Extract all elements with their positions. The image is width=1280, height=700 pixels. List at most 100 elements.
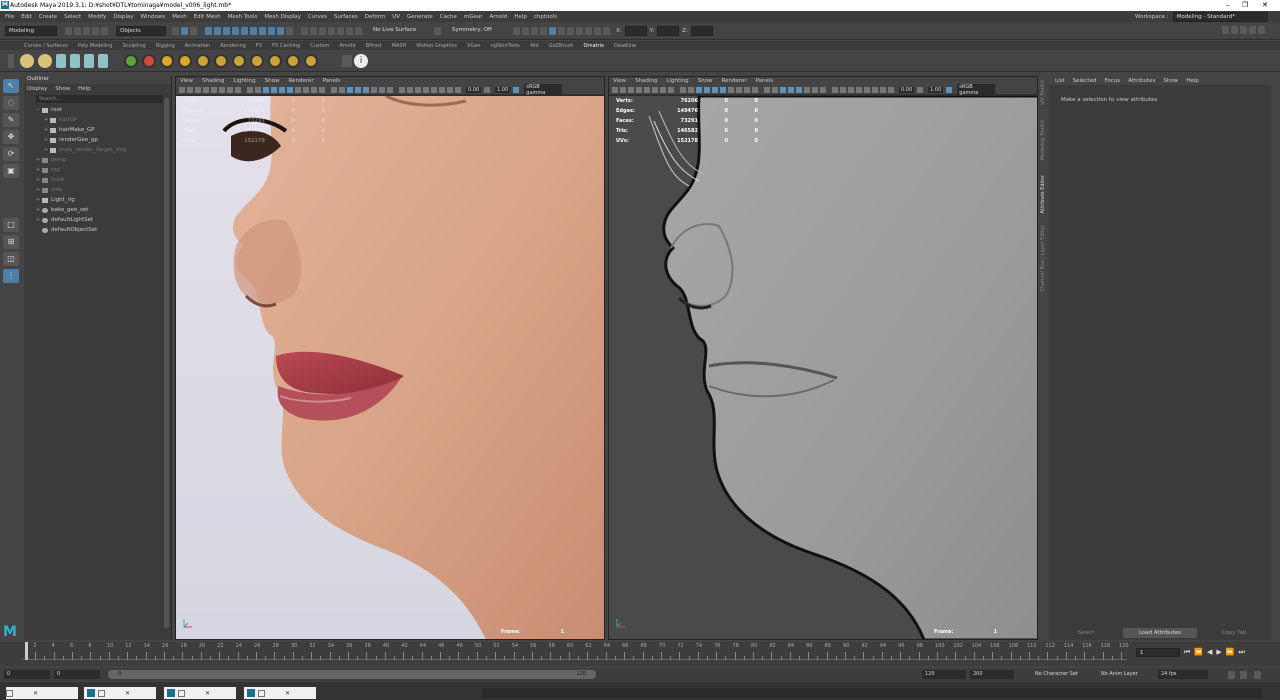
vp-right-gamma[interactable]: 1.00 <box>928 86 944 93</box>
select-tool-icon[interactable]: ↖ <box>3 79 19 93</box>
outliner-search-input[interactable]: Search... <box>36 95 163 103</box>
ornatrix-modifier-icon-7[interactable] <box>232 53 246 68</box>
viewport-toolbar-icon[interactable] <box>431 86 437 93</box>
menu-curves[interactable]: Curves <box>308 14 327 20</box>
auto-key-icon[interactable] <box>1228 671 1235 679</box>
outliner-menu-help[interactable]: Help <box>78 86 91 92</box>
menu-mesh-tools[interactable]: Mesh Tools <box>228 14 258 20</box>
menu-help[interactable]: Help <box>514 14 527 20</box>
shelf-tab-yeti[interactable]: Yeti <box>530 43 539 49</box>
select-object-icon[interactable] <box>181 26 188 35</box>
ornatrix-strands-icon-3[interactable] <box>84 53 94 68</box>
viewport-toolbar-icon[interactable] <box>203 86 209 93</box>
ornatrix-modifier-icon-5[interactable] <box>196 53 210 68</box>
step-forward-button[interactable]: ⏩ <box>1226 648 1235 656</box>
outliner-node[interactable]: + body_render_target_dxg <box>24 145 171 155</box>
ae-menu-show[interactable]: Show <box>1163 78 1178 84</box>
viewport-toolbar-icon[interactable] <box>712 86 718 93</box>
viewport-toolbar-icon[interactable] <box>744 86 750 93</box>
viewport-toolbar-icon[interactable] <box>612 86 618 93</box>
task-restore-icon[interactable] <box>98 689 105 697</box>
ornatrix-strands-icon-1[interactable] <box>56 53 66 68</box>
anim-prefs-icon[interactable] <box>1240 671 1247 679</box>
menu-mesh-display[interactable]: Mesh Display <box>264 14 301 20</box>
viewport-toolbar-icon[interactable] <box>696 86 702 93</box>
menu-select[interactable]: Select <box>64 14 81 20</box>
snap-curve-icon[interactable] <box>310 26 317 35</box>
vp-left-menu-shading[interactable]: Shading <box>202 78 224 84</box>
viewport-toolbar-icon[interactable] <box>704 86 710 93</box>
tab-uv-toolkit[interactable]: UV Toolkit <box>1040 80 1046 105</box>
menu-surfaces[interactable]: Surfaces <box>334 14 358 20</box>
vp-left-colormgmt-icon[interactable] <box>513 86 520 93</box>
ornatrix-modifier-icon-1[interactable] <box>124 53 138 68</box>
task-close-icon[interactable]: ✕ <box>285 690 290 697</box>
viewport-toolbar-icon[interactable] <box>331 86 337 93</box>
viewport-toolbar-icon[interactable] <box>752 86 758 93</box>
current-frame-field[interactable]: 1 <box>1136 648 1180 657</box>
outliner-node[interactable]: + persp <box>24 155 171 165</box>
viewport-toolbar-icon[interactable] <box>832 86 838 93</box>
paint-select-tool-icon[interactable]: ✎ <box>3 113 19 127</box>
select-component-icon[interactable] <box>190 26 197 35</box>
shelf-tab-bifrost[interactable]: Bifrost <box>366 43 382 49</box>
viewport-toolbar-icon[interactable] <box>680 86 686 93</box>
viewport-toolbar-icon[interactable] <box>620 86 626 93</box>
shelf-tab-mash[interactable]: MASH <box>392 43 407 49</box>
snap-point-icon[interactable] <box>319 26 326 35</box>
viewport-toolbar-icon[interactable] <box>772 86 778 93</box>
viewport-toolbar-icon[interactable] <box>652 86 658 93</box>
task-close-icon[interactable]: ✕ <box>33 690 38 697</box>
open-scene-icon[interactable] <box>74 26 81 35</box>
render-frame-icon[interactable] <box>531 26 538 35</box>
mask-curves-icon[interactable] <box>232 26 239 35</box>
mask-surfaces-icon[interactable] <box>241 26 248 35</box>
step-back-button[interactable]: ⏪ <box>1194 648 1203 656</box>
shelf-tab-custom[interactable]: Custom <box>310 43 329 49</box>
maximize-button[interactable]: ❐ <box>1242 1 1248 9</box>
symmetry-dropdown[interactable]: Symmetry: Off <box>449 26 507 36</box>
select-hierarchy-icon[interactable] <box>172 26 179 35</box>
viewport-toolbar-icon[interactable] <box>255 86 261 93</box>
outliner-node[interactable]: defaultObjectSet <box>24 225 171 235</box>
shelf-tab-ngskintools[interactable]: ngSkinTools <box>491 43 520 49</box>
viewport-toolbar-icon[interactable] <box>347 86 353 93</box>
viewport-toolbar-icon[interactable] <box>439 86 445 93</box>
shelf-tab-rigging[interactable]: Rigging <box>156 43 175 49</box>
workspace-dropdown[interactable]: Modeling - Standard* <box>1172 12 1268 22</box>
viewport-toolbar-icon[interactable] <box>872 86 878 93</box>
mask-misc-icon[interactable] <box>277 26 284 35</box>
outliner-node[interactable]: + defaultLightSet <box>24 215 171 225</box>
ae-menu-focus[interactable]: Focus <box>1104 78 1120 84</box>
ornatrix-guides-icon[interactable] <box>20 53 34 68</box>
snap-live-icon[interactable] <box>337 26 344 35</box>
node-editor-icon[interactable] <box>594 26 601 35</box>
outliner-node[interactable]: − root <box>24 105 171 115</box>
ornatrix-modifier-icon-2[interactable] <box>142 53 156 68</box>
shelf-tab-arnold[interactable]: Arnold <box>339 43 355 49</box>
undo-icon[interactable] <box>92 26 99 35</box>
script-editor-icon[interactable] <box>603 26 610 35</box>
tab-modeling-toolkit[interactable]: Modeling Toolkit <box>1040 120 1046 160</box>
fps-dropdown[interactable]: 24 fps <box>1158 670 1208 679</box>
shelf-list-icon[interactable] <box>342 54 352 67</box>
arnold-render-icon[interactable] <box>567 26 574 35</box>
tool-settings-icon[interactable] <box>1249 26 1256 34</box>
ornatrix-modifier-icon-6[interactable] <box>214 53 228 68</box>
vp-left-menu-renderer[interactable]: Renderer <box>288 78 313 84</box>
character-set-dropdown[interactable]: No Character Set <box>1032 670 1090 679</box>
range-slider-bar[interactable]: 0 120 <box>108 670 596 679</box>
redo-icon[interactable] <box>101 26 108 35</box>
shelf-tab-animation[interactable]: Animation <box>185 43 211 49</box>
ae-copy-tab-button[interactable]: Copy Tab <box>1197 628 1271 638</box>
task-restore-icon[interactable] <box>258 689 265 697</box>
viewport-right[interactable]: View Shading Lighting Show Renderer Pane… <box>608 76 1038 640</box>
vp-left-exposure[interactable]: 0.00 <box>466 86 482 93</box>
viewport-toolbar-icon[interactable] <box>415 86 421 93</box>
scale-tool-icon[interactable]: ▣ <box>3 164 19 178</box>
viewport-toolbar-icon[interactable] <box>812 86 818 93</box>
vp-right-exposure[interactable]: 0.00 <box>899 86 915 93</box>
viewport-toolbar-icon[interactable] <box>796 86 802 93</box>
time-slider-playhead[interactable] <box>25 642 28 660</box>
outliner-node[interactable]: + top <box>24 165 171 175</box>
